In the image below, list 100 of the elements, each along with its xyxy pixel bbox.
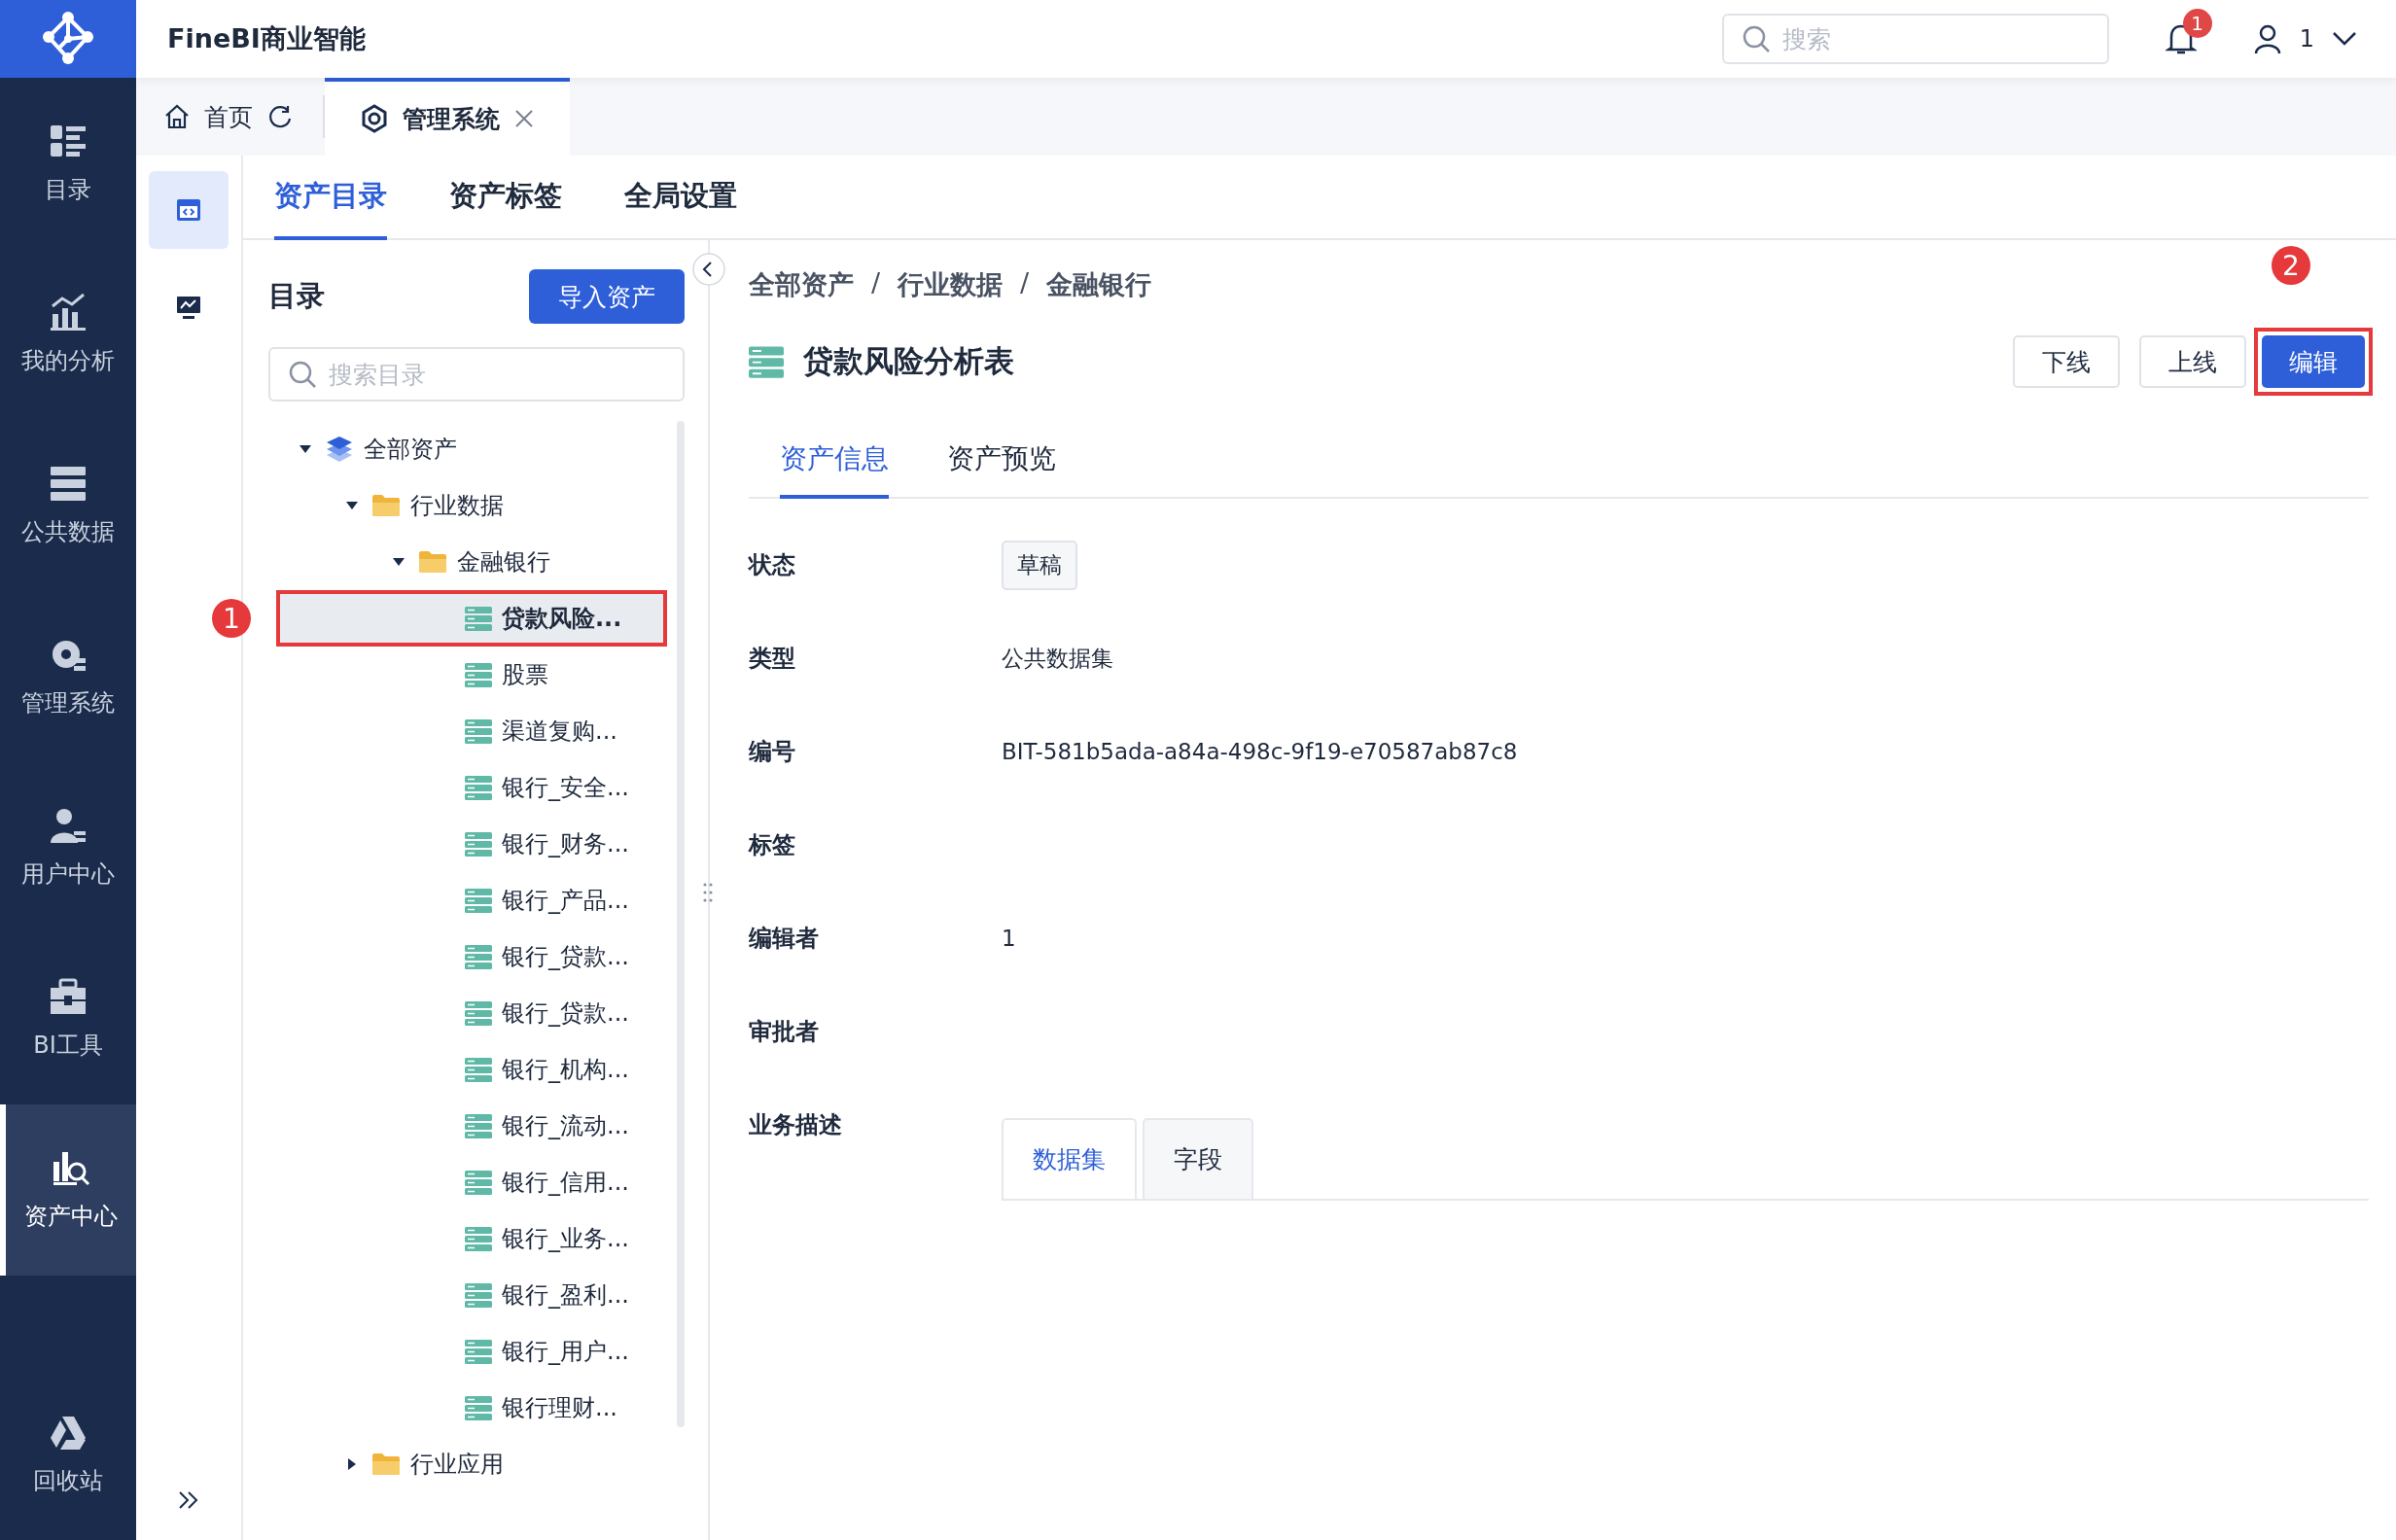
status-tag: 草稿 xyxy=(1002,540,1077,590)
breadcrumb-separator: / xyxy=(871,267,881,299)
table-icon xyxy=(465,1113,492,1138)
table-icon xyxy=(465,606,492,631)
section-tab[interactable]: 资产标签 xyxy=(449,156,562,240)
callout-badge: 1 xyxy=(212,599,251,638)
tree-item[interactable]: 银行_业务... xyxy=(276,1210,667,1267)
search-field[interactable]: 搜索 xyxy=(1721,14,2109,64)
field-label: 类型 xyxy=(749,644,796,674)
table-icon xyxy=(465,1170,492,1195)
table-icon xyxy=(465,1282,492,1308)
tree-item[interactable]: 股票 xyxy=(276,647,667,703)
home-icon xyxy=(163,103,191,130)
action-button[interactable]: 下线 xyxy=(2013,335,2120,388)
table-icon xyxy=(465,1057,492,1082)
table-icon xyxy=(749,345,784,378)
layers-icon xyxy=(325,436,354,463)
nav-item[interactable]: 我的分析 xyxy=(0,249,136,420)
page-tab[interactable]: 管理系统 xyxy=(325,78,570,156)
field-value: 公共数据集 xyxy=(1002,644,1113,673)
tree-item[interactable]: 渠道复购... xyxy=(276,703,667,759)
drag-handle-icon[interactable] xyxy=(702,882,714,903)
field-value: BIT-581b5ada-a84a-498c-9f19-e70587ab87c8 xyxy=(1002,739,1518,764)
notification-badge: 1 xyxy=(2182,9,2212,38)
tree-item[interactable]: 银行理财... xyxy=(276,1380,667,1436)
folder-icon xyxy=(418,549,447,575)
tree-item[interactable]: 全部资产 xyxy=(276,421,667,477)
panel-title: 目录 xyxy=(268,278,325,314)
nav-item[interactable]: 资产中心 xyxy=(0,1104,136,1276)
description-tab[interactable]: 数据集 xyxy=(1002,1118,1137,1199)
nav-item[interactable]: BI工具 xyxy=(0,933,136,1104)
field-label: 编号 xyxy=(749,737,796,767)
breadcrumb-link[interactable]: 金融银行 xyxy=(1046,267,1152,302)
table-icon xyxy=(465,1339,492,1364)
folder-icon xyxy=(371,1452,401,1477)
tree-item[interactable]: 银行_盈利... xyxy=(276,1267,667,1323)
import-button[interactable]: 导入资产 xyxy=(529,269,685,324)
stack-icon xyxy=(49,464,88,503)
table-icon xyxy=(465,888,492,913)
close-icon[interactable] xyxy=(513,108,535,129)
action-button[interactable]: 上线 xyxy=(2139,335,2246,388)
section-tab[interactable]: 资产目录 xyxy=(274,156,387,240)
user-icon[interactable] xyxy=(2252,23,2282,54)
asset-title: 贷款风险分析表 xyxy=(803,342,1014,380)
bar-chart-icon xyxy=(49,293,88,332)
table-icon xyxy=(465,775,492,800)
action-button[interactable]: 编辑 xyxy=(2262,335,2365,388)
field-label: 业务描述 xyxy=(749,1110,843,1140)
table-icon xyxy=(465,718,492,744)
folder-icon xyxy=(371,493,401,518)
tree-item[interactable]: 金融银行 xyxy=(276,534,667,590)
tree-item[interactable]: 银行_流动... xyxy=(276,1098,667,1154)
toolbox-icon xyxy=(49,977,88,1016)
tree-item[interactable]: 银行_用户... xyxy=(276,1323,667,1380)
table-icon xyxy=(465,944,492,969)
table-icon xyxy=(465,1226,492,1251)
scrollbar[interactable] xyxy=(677,421,685,1427)
detail-tab[interactable]: 资产信息 xyxy=(780,431,889,499)
collapse-button[interactable] xyxy=(691,252,726,287)
detail-tab[interactable]: 资产预览 xyxy=(947,431,1056,499)
tree-item[interactable]: 行业应用 xyxy=(276,1436,667,1492)
nav-item[interactable]: 用户中心 xyxy=(0,762,136,933)
user-icon xyxy=(49,806,88,845)
tree-item[interactable]: 行业数据 xyxy=(276,477,667,534)
nav-item[interactable]: 回收站 xyxy=(0,1369,136,1540)
nav-item[interactable]: 目录 xyxy=(0,78,136,249)
tree-item[interactable]: 银行_贷款... xyxy=(276,928,667,985)
section-tab[interactable]: 全局设置 xyxy=(624,156,737,240)
callout-badge: 2 xyxy=(2272,246,2310,285)
nav-item[interactable]: 公共数据 xyxy=(0,420,136,591)
search-field[interactable]: 搜索目录 xyxy=(268,347,685,402)
double-chevron-icon[interactable] xyxy=(177,1489,200,1511)
table-icon xyxy=(465,1395,492,1420)
tree-item[interactable]: 银行_安全... xyxy=(276,759,667,816)
table-icon xyxy=(465,831,492,857)
hexagon-icon xyxy=(360,104,389,133)
tree-item[interactable]: 银行_信用... xyxy=(276,1154,667,1210)
tree-item[interactable]: 贷款风险... xyxy=(276,590,667,647)
breadcrumb-separator: / xyxy=(1020,267,1030,299)
field-value: 1 xyxy=(1002,926,1016,951)
breadcrumb-link[interactable]: 行业数据 xyxy=(898,267,1004,302)
field-label: 编辑者 xyxy=(749,924,820,954)
chevron-down-icon[interactable] xyxy=(2332,31,2357,47)
breadcrumb-link[interactable]: 全部资产 xyxy=(749,267,854,302)
tree-item[interactable]: 银行_机构... xyxy=(276,1041,667,1098)
table-icon xyxy=(465,1000,492,1026)
user-name[interactable]: 1 xyxy=(2299,25,2314,52)
refresh-icon[interactable] xyxy=(266,103,294,130)
table-icon xyxy=(465,662,492,687)
nav-item[interactable]: 管理系统 xyxy=(0,591,136,762)
field-label: 审批者 xyxy=(749,1017,820,1047)
description-tab[interactable]: 字段 xyxy=(1143,1118,1253,1199)
tree-item[interactable]: 银行_产品... xyxy=(276,872,667,928)
search-icon xyxy=(288,360,317,389)
tree-item[interactable]: 银行_贷款... xyxy=(276,985,667,1041)
field-label: 标签 xyxy=(749,830,796,860)
tree-item[interactable]: 银行_财务... xyxy=(276,816,667,872)
search-icon xyxy=(1741,24,1771,53)
app-title: FineBI商业智能 xyxy=(167,22,367,55)
field-label: 状态 xyxy=(749,550,796,580)
